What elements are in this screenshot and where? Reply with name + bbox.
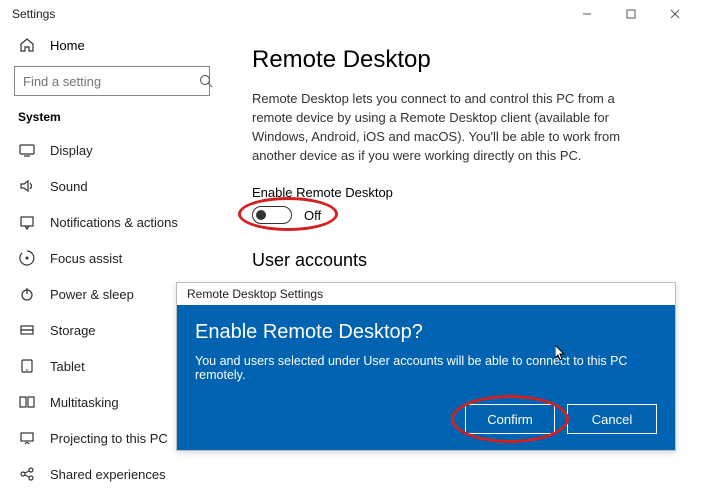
window-title: Settings (8, 7, 55, 21)
sidebar-section-label: System (12, 106, 212, 132)
dialog-heading: Enable Remote Desktop? (195, 321, 657, 344)
sidebar-item-label: Focus assist (50, 251, 122, 266)
power-icon (18, 285, 36, 303)
confirm-button[interactable]: Confirm (465, 404, 555, 434)
sidebar-item-label: Display (50, 143, 93, 158)
enable-remote-desktop-toggle[interactable] (252, 206, 292, 224)
titlebar: Settings (0, 0, 705, 28)
minimize-icon (582, 9, 592, 19)
sidebar-item-label: Notifications & actions (50, 215, 178, 230)
sidebar-item-label: Tablet (50, 359, 85, 374)
cancel-button[interactable]: Cancel (567, 404, 657, 434)
sidebar-item-label: Power & sleep (50, 287, 134, 302)
focus-assist-icon (18, 249, 36, 267)
dialog-button-row: Confirm Cancel (195, 404, 657, 434)
sidebar-item-label: Multitasking (50, 395, 119, 410)
tablet-icon (18, 357, 36, 375)
multitasking-icon (18, 393, 36, 411)
enable-remote-desktop-label: Enable Remote Desktop (252, 185, 675, 200)
sidebar-item-focus-assist[interactable]: Focus assist (12, 240, 212, 276)
notifications-icon (18, 213, 36, 231)
projecting-icon (18, 429, 36, 447)
toggle-state-text: Off (304, 208, 321, 223)
display-icon (18, 141, 36, 159)
sidebar-item-label: Storage (50, 323, 96, 338)
sidebar-item-sound[interactable]: Sound (12, 168, 212, 204)
sidebar-home[interactable]: Home (12, 28, 212, 62)
sidebar-item-shared-experiences[interactable]: Shared experiences (12, 456, 212, 492)
sidebar-item-label: Sound (50, 179, 88, 194)
search-icon (199, 74, 213, 88)
page-description: Remote Desktop lets you connect to and c… (252, 90, 652, 165)
dialog-body: Enable Remote Desktop? You and users sel… (177, 305, 675, 450)
close-button[interactable] (653, 0, 697, 28)
dialog-text: You and users selected under User accoun… (195, 354, 657, 382)
settings-window: Settings Home Sys (0, 0, 705, 500)
dialog-titlebar: Remote Desktop Settings (177, 283, 675, 305)
maximize-icon (626, 9, 636, 19)
toggle-knob (256, 210, 266, 220)
storage-icon (18, 321, 36, 339)
search-input[interactable] (23, 74, 199, 89)
minimize-button[interactable] (565, 0, 609, 28)
sidebar-item-notifications[interactable]: Notifications & actions (12, 204, 212, 240)
sidebar-item-label: Projecting to this PC (50, 431, 168, 446)
sidebar-item-clipboard[interactable]: Clipboard (12, 492, 212, 500)
maximize-button[interactable] (609, 0, 653, 28)
shared-experiences-icon (18, 465, 36, 483)
sound-icon (18, 177, 36, 195)
sidebar-home-label: Home (50, 38, 85, 53)
home-icon (18, 36, 36, 54)
search-box[interactable] (14, 66, 210, 96)
confirm-dialog: Remote Desktop Settings Enable Remote De… (176, 282, 676, 451)
page-title: Remote Desktop (252, 46, 675, 74)
sidebar-item-display[interactable]: Display (12, 132, 212, 168)
sidebar-item-label: Shared experiences (50, 467, 166, 482)
close-icon (670, 9, 680, 19)
cursor-icon (555, 345, 567, 361)
user-accounts-heading: User accounts (252, 250, 675, 271)
